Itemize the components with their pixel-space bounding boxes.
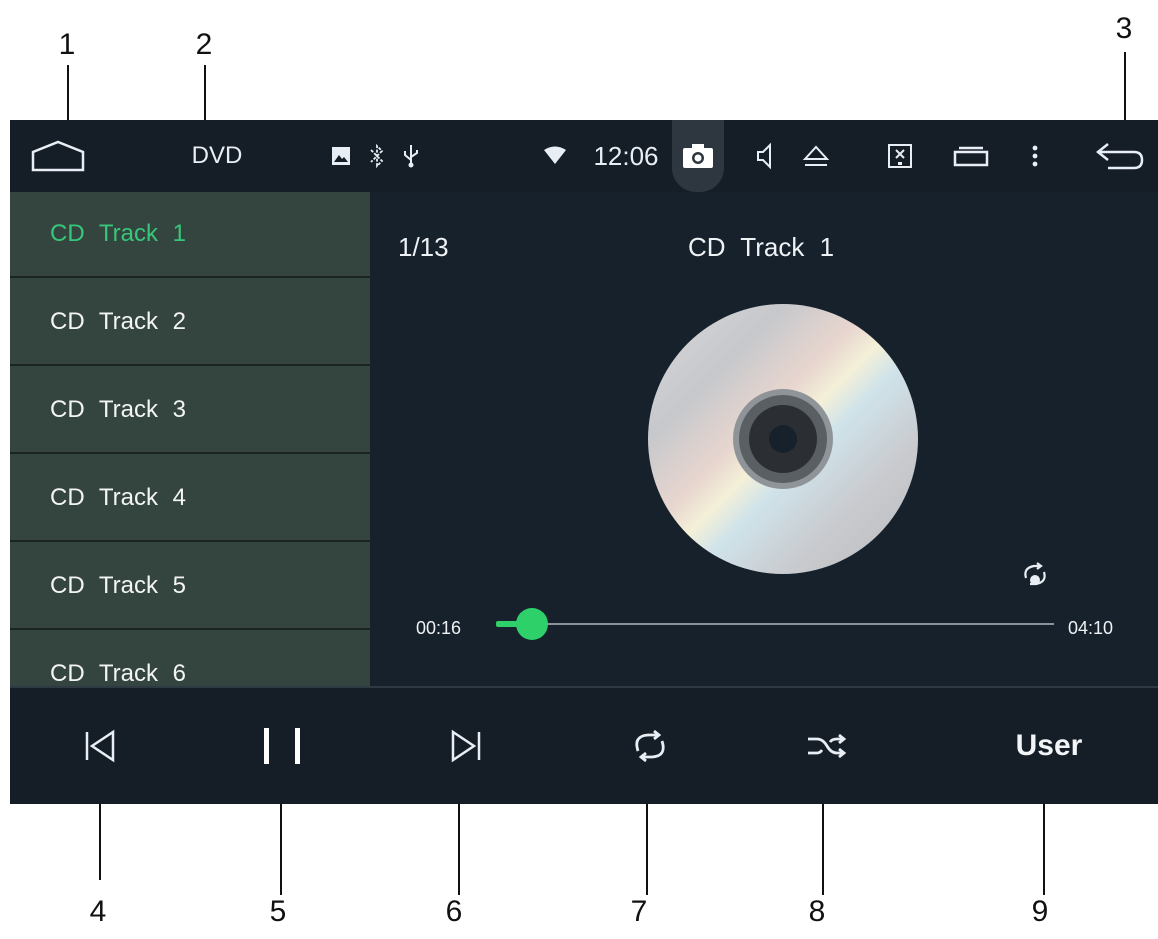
screenshot-button[interactable] <box>666 120 730 192</box>
bluetooth-icon <box>370 143 384 169</box>
dvd-player-screen: DVD 12:06 CD Track 1 CD Track 2 CD Track… <box>10 120 1158 804</box>
callout-1: 1 <box>58 28 76 61</box>
now-playing-title: CD Track 1 <box>688 232 835 262</box>
elapsed-time: 00:16 <box>416 618 462 638</box>
user-eq-button[interactable]: User <box>994 688 1104 804</box>
callout-9: 9 <box>1031 895 1049 928</box>
eject-button[interactable] <box>796 120 836 192</box>
callout-line-8 <box>822 790 824 895</box>
callout-8: 8 <box>808 895 826 928</box>
list-item[interactable]: CD Track 2 <box>10 280 370 366</box>
seek-thumb[interactable] <box>515 608 548 640</box>
wifi-status <box>540 120 570 192</box>
list-item[interactable]: CD Track 1 <box>10 192 370 278</box>
list-item[interactable]: CD Track 5 <box>10 544 370 630</box>
repeat-button[interactable] <box>600 688 700 804</box>
callout-line-6 <box>458 790 460 895</box>
pause-button[interactable] <box>232 688 332 804</box>
previous-button[interactable] <box>50 688 150 804</box>
total-time: 04:10 <box>1068 618 1114 638</box>
callout-line-5 <box>280 790 282 895</box>
now-playing-panel: 1/13 CD Track 1 00:16 04:10 <box>370 192 1158 686</box>
screen-off-icon <box>888 144 912 168</box>
list-item[interactable]: CD Track 6 <box>10 632 370 686</box>
callout-2: 2 <box>195 28 213 61</box>
previous-icon <box>85 729 115 763</box>
pause-icon <box>264 728 300 764</box>
callout-7: 7 <box>630 895 648 928</box>
wifi-icon <box>544 146 566 164</box>
shuffle-button[interactable] <box>776 688 876 804</box>
recent-apps-button[interactable] <box>946 120 996 192</box>
next-button[interactable] <box>416 688 516 804</box>
back-icon <box>1095 143 1144 170</box>
next-icon <box>451 729 481 763</box>
repeat-one-icon <box>1024 562 1046 586</box>
playback-controls: User <box>10 688 1158 804</box>
repeat-one-indicator <box>1020 560 1050 595</box>
cd-disc-icon <box>648 304 918 574</box>
more-menu-button[interactable] <box>1020 120 1050 192</box>
back-button[interactable] <box>1090 120 1150 192</box>
home-icon <box>31 140 85 172</box>
more-menu-icon <box>1032 145 1038 167</box>
bluetooth-status <box>364 120 390 192</box>
app-title: DVD <box>191 142 243 169</box>
list-item[interactable]: CD Track 4 <box>10 456 370 542</box>
status-bar: DVD 12:06 <box>10 120 1158 192</box>
usb-icon <box>404 145 418 168</box>
track-list: CD Track 1 CD Track 2 CD Track 3 CD Trac… <box>10 192 370 686</box>
eject-icon <box>802 145 830 166</box>
callout-6: 6 <box>445 895 463 928</box>
image-notification <box>328 120 354 192</box>
callout-4: 4 <box>89 895 107 928</box>
usb-status <box>398 120 424 192</box>
volume-button[interactable] <box>746 120 786 192</box>
recent-apps-icon <box>953 146 989 167</box>
callout-line-7 <box>646 790 648 895</box>
volume-icon <box>757 142 771 170</box>
callout-line-9 <box>1043 790 1045 895</box>
screen-off-button[interactable] <box>880 120 920 192</box>
home-button[interactable] <box>28 120 88 192</box>
list-item[interactable]: CD Track 3 <box>10 368 370 454</box>
shuffle-icon <box>808 733 847 759</box>
callout-5: 5 <box>269 895 287 928</box>
clock: 12:06 <box>593 140 659 171</box>
user-label: User <box>1015 729 1083 762</box>
camera-icon <box>683 144 713 168</box>
callout-3: 3 <box>1115 12 1133 45</box>
seek-bar[interactable] <box>496 623 1054 625</box>
image-icon <box>332 147 350 165</box>
repeat-icon <box>635 729 665 763</box>
track-counter: 1/13 <box>398 232 449 262</box>
